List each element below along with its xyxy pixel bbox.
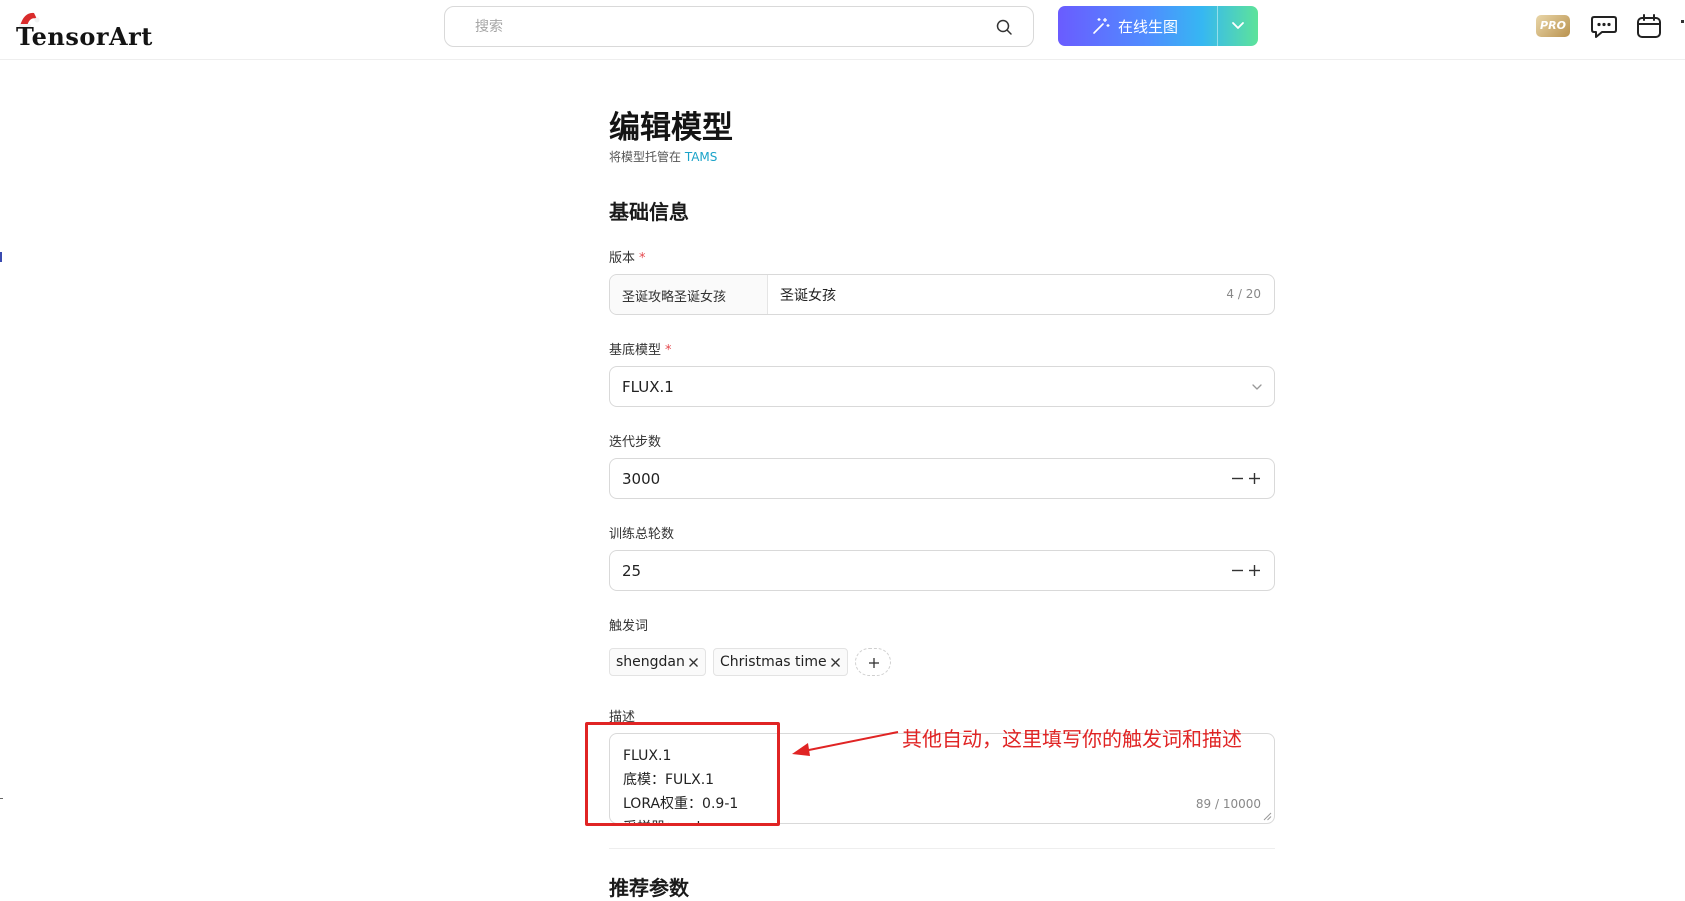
steps-label: 迭代步数 [609, 435, 662, 450]
version-counter: 4 / 20 [1226, 287, 1261, 301]
epochs-stepper [1230, 561, 1262, 581]
search-input[interactable] [475, 7, 975, 46]
description-counter: 89 / 10000 [1195, 797, 1261, 811]
chevron-down-icon [1232, 22, 1244, 29]
page-title: 编辑模型 [609, 110, 733, 146]
annotation-arrow-icon [792, 731, 899, 756]
tams-link[interactable]: TAMS [685, 150, 718, 164]
required-mark: * [665, 343, 672, 358]
left-edge-mark [0, 252, 2, 262]
base-model-value: FLUX.1 [622, 378, 674, 396]
base-model-label-text: 基底模型 [609, 343, 662, 358]
version-prefix-text: 圣诞攻略圣诞女孩 [622, 290, 727, 305]
plus-icon[interactable] [1247, 563, 1262, 578]
plus-icon[interactable] [1247, 471, 1262, 486]
online-generate-button[interactable]: 在线生图 [1058, 6, 1217, 46]
calendar-icon[interactable] [1635, 12, 1663, 40]
version-field[interactable]: 圣诞攻略圣诞女孩 圣诞女孩 4 / 20 [609, 274, 1275, 315]
online-generate-label: 在线生图 [1118, 18, 1179, 36]
tag-text: shengdan [616, 654, 685, 670]
annotation-text: 其他自动，这里填写你的触发词和描述 [902, 727, 1242, 751]
page-subtitle: 将模型托管在 TAMS [609, 148, 717, 165]
pro-badge[interactable]: PRO [1536, 15, 1570, 37]
add-trigger-word-button[interactable] [855, 648, 891, 676]
minus-icon[interactable] [1230, 471, 1245, 486]
version-label: 版本 * [609, 247, 646, 266]
steps-field[interactable]: 3000 [609, 458, 1275, 499]
epochs-label: 训练总轮数 [609, 527, 675, 542]
steps-stepper [1230, 469, 1262, 489]
required-mark: * [639, 251, 646, 266]
plus-icon [869, 658, 879, 668]
section-basic-info: 基础信息 [609, 200, 689, 224]
epochs-value[interactable]: 25 [622, 562, 641, 580]
section-recommended-params: 推荐参数 [609, 876, 689, 900]
generate-dropdown-button[interactable] [1218, 6, 1258, 46]
version-prefix: 圣诞攻略圣诞女孩 [610, 275, 768, 314]
base-model-select[interactable]: FLUX.1 [609, 366, 1275, 407]
trigger-tag[interactable]: Christmas time [713, 648, 848, 676]
epochs-field[interactable]: 25 [609, 550, 1275, 591]
chat-icon[interactable] [1590, 12, 1618, 40]
trigger-tag[interactable]: shengdan [609, 648, 706, 676]
section-divider [609, 848, 1275, 849]
minus-icon[interactable] [1230, 563, 1245, 578]
chevron-down-icon [1252, 384, 1262, 390]
resize-grip-icon[interactable] [1263, 812, 1272, 821]
magic-wand-icon [1093, 18, 1110, 34]
subtitle-text: 将模型托管在 [609, 150, 685, 164]
base-model-label: 基底模型 * [609, 339, 672, 358]
annotation-highlight-box [585, 722, 780, 826]
tag-text: Christmas time [720, 654, 827, 670]
search-icon[interactable] [995, 18, 1013, 36]
edge-mark [1681, 20, 1684, 23]
logo[interactable]: TensorArt [16, 10, 166, 51]
trigger-words-label: 触发词 [609, 619, 649, 634]
version-label-text: 版本 [609, 251, 636, 266]
logo-text: TensorArt [16, 22, 153, 51]
steps-value[interactable]: 3000 [622, 470, 660, 488]
close-icon[interactable] [830, 657, 841, 668]
search-bar[interactable] [444, 6, 1034, 47]
top-header: TensorArt 在线生图 PRO [0, 0, 1685, 60]
close-icon[interactable] [688, 657, 699, 668]
left-edge-mark [0, 798, 3, 799]
version-input[interactable]: 圣诞女孩 [780, 285, 836, 305]
online-generate-group: 在线生图 [1058, 6, 1258, 46]
